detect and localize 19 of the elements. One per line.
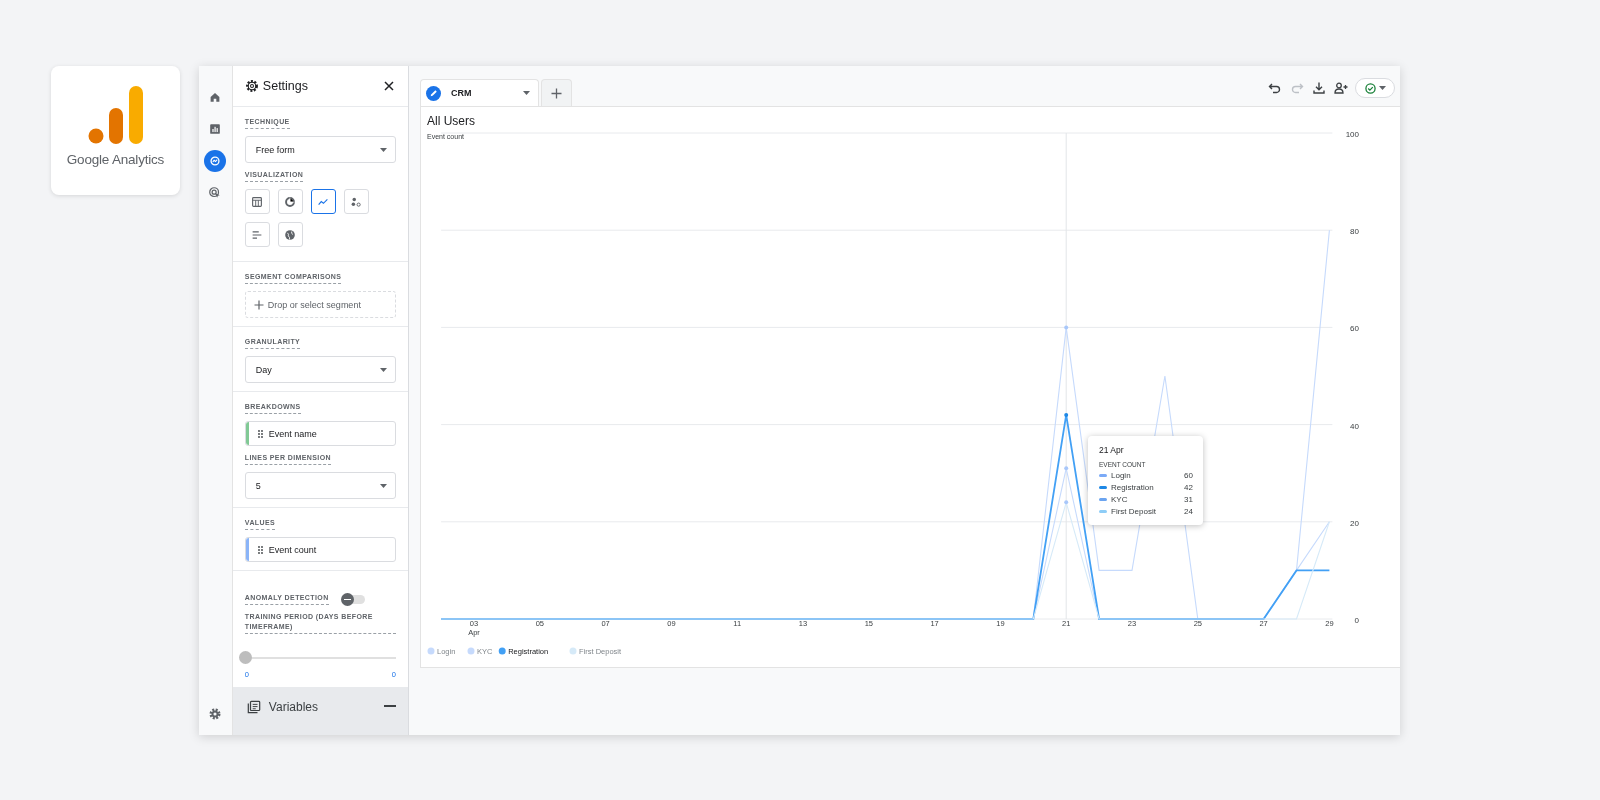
series-value: 42 xyxy=(1184,483,1193,492)
y-axis-label: 40 xyxy=(1350,421,1359,431)
product-name: Google Analytics xyxy=(66,152,165,167)
y-axis-label: 80 xyxy=(1350,227,1359,237)
series-name: Login xyxy=(1111,471,1132,480)
series-value: 60 xyxy=(1184,471,1193,480)
section-title: Variables xyxy=(268,700,319,714)
panel-title: Settings xyxy=(262,79,309,93)
series-name: First Deposit xyxy=(1111,507,1157,516)
y-axis-label: 20 xyxy=(1350,518,1359,528)
series-value: 24 xyxy=(1184,507,1193,516)
series-name: KYC xyxy=(1111,495,1129,504)
y-axis-label: 100 xyxy=(1345,130,1359,139)
y-axis-label: 60 xyxy=(1350,324,1359,334)
series-name: Registration xyxy=(1111,483,1155,492)
y-axis-label: 0 xyxy=(1354,616,1359,625)
tooltip-date: 21 Apr xyxy=(1099,445,1125,455)
series-value: 31 xyxy=(1184,495,1193,504)
chart-title: All Users xyxy=(426,113,476,129)
